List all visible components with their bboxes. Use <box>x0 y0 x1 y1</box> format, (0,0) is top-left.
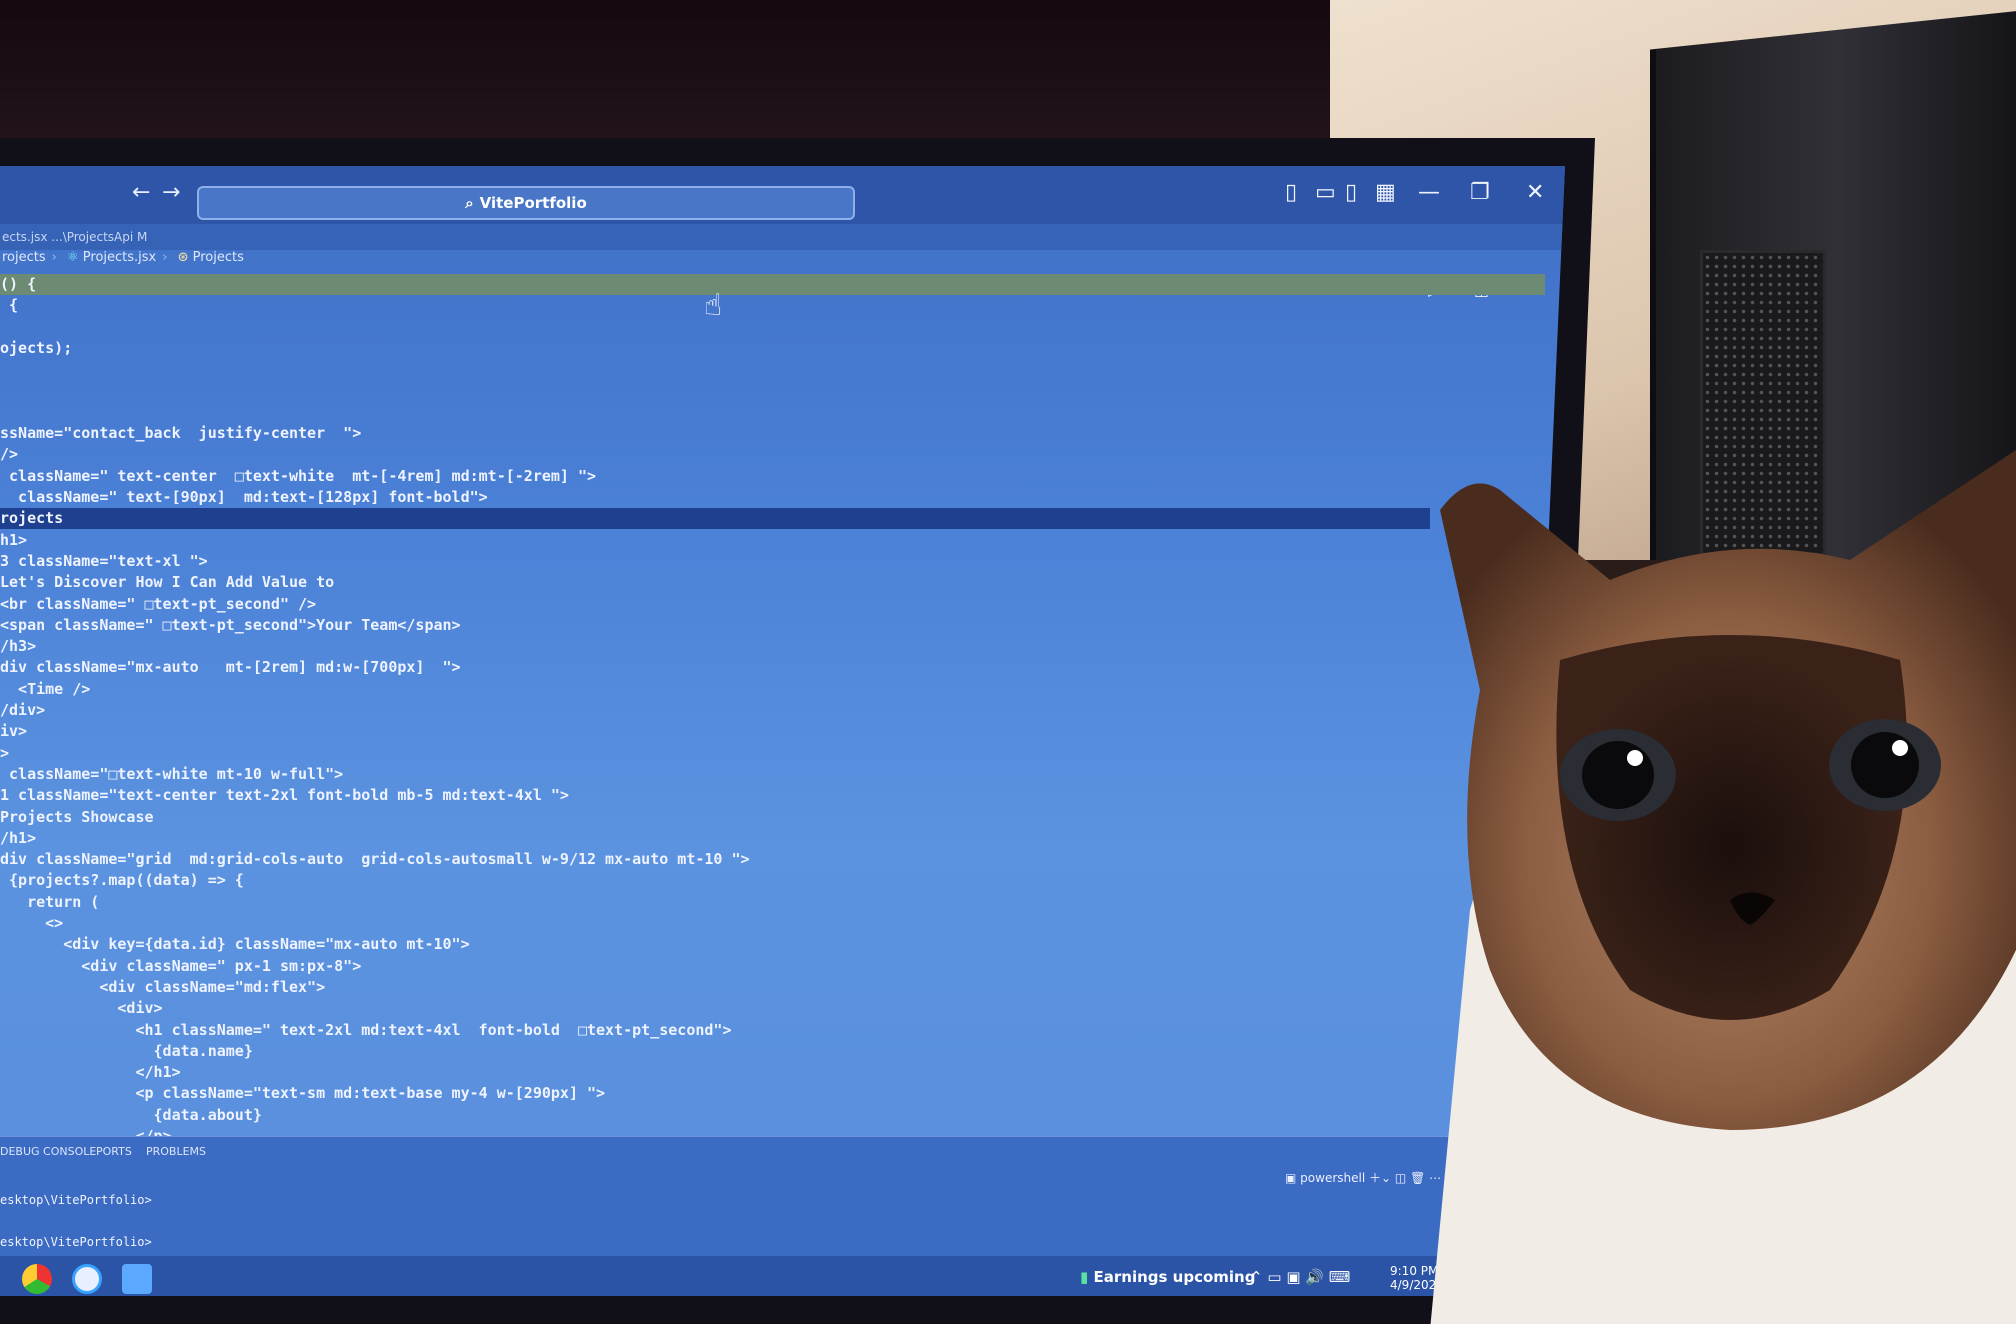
code-line[interactable]: return ( <box>0 892 99 913</box>
chevron-right-icon: › <box>51 250 57 265</box>
code-line[interactable]: > <box>0 743 9 764</box>
code-line[interactable]: <> <box>0 913 63 934</box>
code-line[interactable]: Let's Discover How I Can Add Value to <box>0 572 334 593</box>
code-line[interactable]: /h1> <box>0 828 36 849</box>
arrow-left-icon[interactable]: ← <box>132 180 150 205</box>
component-icon: ⊛ <box>177 250 189 265</box>
taskbar: ▮ Earnings upcoming ⌃ ▭ ▣ 🔊 ⌨ 9:10 PM 4/… <box>0 1256 1565 1296</box>
volume-icon[interactable]: 🔊 <box>1305 1268 1324 1286</box>
code-line[interactable]: /div> <box>0 700 45 721</box>
code-line[interactable]: <Time /> <box>0 679 90 700</box>
code-line[interactable]: iv> <box>0 721 27 742</box>
tab-ports[interactable]: PORTS <box>96 1145 132 1158</box>
code-line[interactable]: 3 className="text-xl "> <box>0 551 208 572</box>
terminal-line: esktop\VitePortfolio> <box>0 1235 152 1249</box>
customize-layout-icon[interactable]: ▦ <box>1375 180 1396 205</box>
system-tray: ⌃ ▭ ▣ 🔊 ⌨ <box>1250 1268 1350 1286</box>
code-editor[interactable]: () { { ojects); ssName="contact_back justi… <box>0 274 1565 1184</box>
code-line[interactable]: 1 className="text-center text-2xl font-b… <box>0 785 569 806</box>
mouse-pointer-icon: ☝ <box>704 288 723 323</box>
terminal-icon: ▣ <box>1285 1171 1297 1185</box>
kill-terminal-icon[interactable]: 🗑 <box>1410 1171 1425 1185</box>
code-line[interactable]: ojects); <box>0 338 72 359</box>
code-line[interactable]: <div className="md:flex"> <box>0 977 325 998</box>
code-line[interactable]: h1> <box>0 530 27 551</box>
toggle-panel-icon[interactable]: ▭ <box>1315 180 1336 205</box>
tab-debug-console[interactable]: DEBUG CONSOLE <box>0 1145 96 1158</box>
tab-problems[interactable]: PROBLEMS <box>146 1145 206 1158</box>
code-line[interactable]: {data.about} <box>0 1105 262 1126</box>
code-line[interactable]: </h1> <box>0 1062 180 1083</box>
arrow-right-icon[interactable]: → <box>162 180 180 205</box>
news-text: Earnings upcoming <box>1093 1268 1256 1286</box>
breadcrumb-folder[interactable]: rojects <box>2 250 46 265</box>
restore-icon[interactable]: ❐ <box>1470 180 1490 205</box>
editor-tab-bar: ects.jsx ...\ProjectsApi M ▷⟲◫⋯ <box>0 224 1565 299</box>
code-line[interactable]: div className="grid md:grid-cols-auto gr… <box>0 849 750 870</box>
terminal-name[interactable]: powershell <box>1300 1171 1365 1185</box>
code-line[interactable]: /> <box>0 444 18 465</box>
breadcrumb: rojects › ⚛ Projects.jsx › ⊛ Projects <box>0 250 1565 274</box>
code-line[interactable]: <div> <box>0 998 162 1019</box>
code-line[interactable]: {projects?.map((data) => { <box>0 870 244 891</box>
code-line[interactable]: className=" text-[90px] md:text-[128px] … <box>0 487 488 508</box>
news-widget[interactable]: ▮ Earnings upcoming <box>1080 1268 1255 1286</box>
keyboard-icon[interactable]: ⌨ <box>1329 1268 1351 1286</box>
display-icon[interactable]: ▣ <box>1286 1268 1300 1286</box>
react-icon: ⚛ <box>66 250 79 265</box>
add-terminal-icon[interactable]: ＋⌄ <box>1369 1171 1391 1185</box>
code-line[interactable]: /h3> <box>0 636 36 657</box>
code-line[interactable]: () { <box>0 274 1545 295</box>
code-line[interactable]: <div className=" px-1 sm:px-8"> <box>0 956 361 977</box>
search-icon: ⌕ <box>465 194 474 212</box>
title-bar: ← → ⌕ VitePortfolio ▯ ▭ ▯ ▦ — ❐ ✕ <box>0 166 1565 224</box>
code-line[interactable]: rojects <box>0 508 1430 530</box>
code-line[interactable]: className="□text-white mt-10 w-full"> <box>0 764 343 785</box>
code-line[interactable]: <br className=" □text-pt_second" /> <box>0 594 316 615</box>
code-line[interactable]: <div key={data.id} className="mx-auto mt… <box>0 934 469 955</box>
chevron-up-icon[interactable]: ⌃ <box>1250 1268 1263 1286</box>
terminal-line: esktop\VitePortfolio> <box>0 1193 152 1207</box>
code-line[interactable]: ssName="contact_back justify-center "> <box>0 423 361 444</box>
code-line[interactable]: {data.name} <box>0 1041 253 1062</box>
close-icon[interactable]: ✕ <box>1526 180 1544 205</box>
room-background <box>0 0 1340 150</box>
code-line[interactable]: <p className="text-sm md:text-base my-4 … <box>0 1083 605 1104</box>
minimize-icon[interactable]: — <box>1418 180 1440 205</box>
search-text: VitePortfolio <box>479 194 587 212</box>
bottom-panel: DEBUG CONSOLE PORTS PROBLEMS ▣ powershel… <box>0 1136 1565 1257</box>
breadcrumb-file[interactable]: Projects.jsx <box>83 250 156 265</box>
split-terminal-icon[interactable]: ◫ <box>1395 1171 1406 1185</box>
toggle-secondary-sidebar-icon[interactable]: ▯ <box>1345 180 1357 205</box>
browser-icon[interactable] <box>72 1264 102 1294</box>
code-line[interactable]: { <box>0 295 18 316</box>
code-line[interactable]: <h1 className=" text-2xl md:text-4xl fon… <box>0 1020 731 1041</box>
code-line[interactable]: <span className=" □text-pt_second">Your … <box>0 615 461 636</box>
chrome-icon[interactable] <box>22 1264 52 1294</box>
editor-tab[interactable]: ects.jsx ...\ProjectsApi M <box>2 230 147 244</box>
toggle-sidebar-icon[interactable]: ▯ <box>1285 180 1297 205</box>
chevron-right-icon: › <box>162 250 168 265</box>
vscode-icon[interactable] <box>122 1264 152 1294</box>
vscode-window: ← → ⌕ VitePortfolio ▯ ▭ ▯ ▦ — ❐ ✕ ects.j… <box>0 166 1565 1296</box>
code-line[interactable]: Projects Showcase <box>0 807 154 828</box>
cat-photo <box>1430 450 2016 1324</box>
news-icon: ▮ <box>1080 1268 1089 1286</box>
command-center-search[interactable]: ⌕ VitePortfolio <box>197 186 855 220</box>
network-icon[interactable]: ▭ <box>1267 1268 1281 1286</box>
code-line[interactable]: div className="mx-auto mt-[2rem] md:w-[7… <box>0 657 461 678</box>
breadcrumb-symbol[interactable]: Projects <box>193 250 244 265</box>
code-line[interactable]: className=" text-center □text-white mt-[… <box>0 466 596 487</box>
